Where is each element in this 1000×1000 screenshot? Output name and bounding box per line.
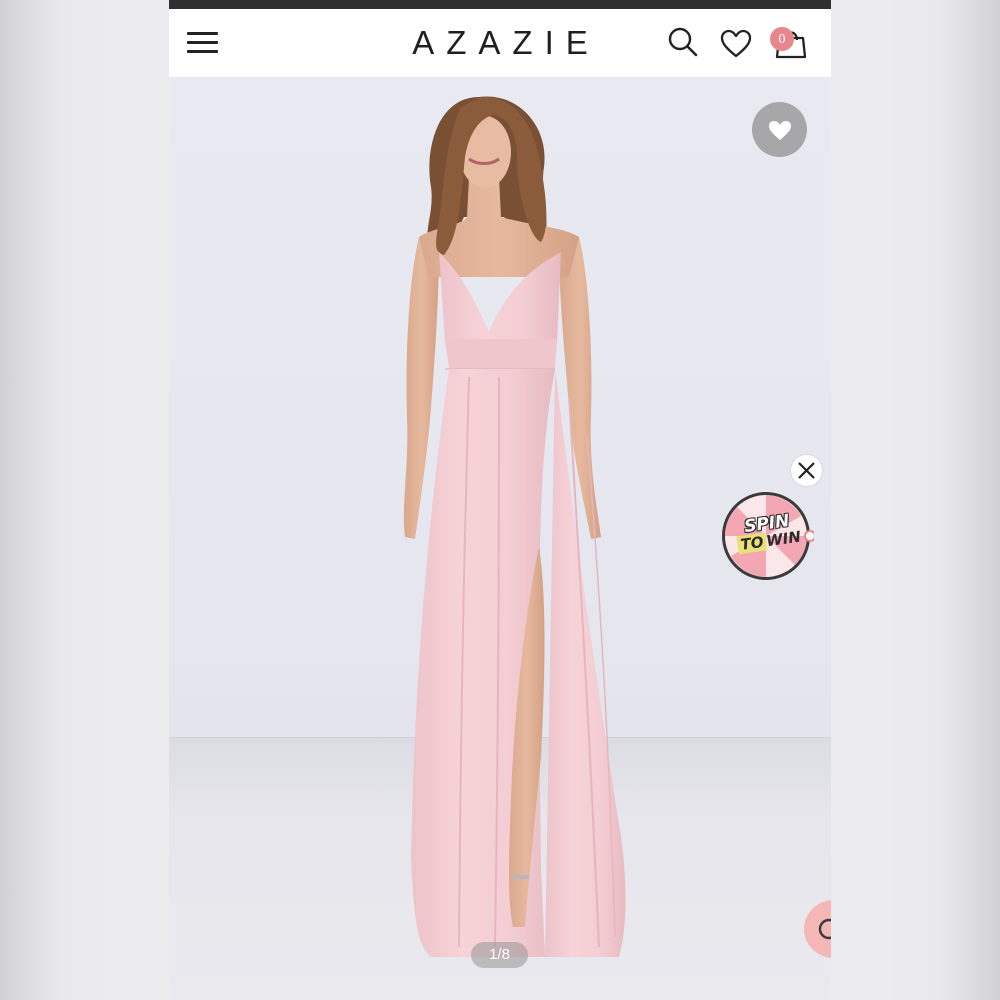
heart-icon[interactable] [720, 29, 752, 59]
product-image-gallery[interactable]: SPIN TOWIN 1/8 [169, 77, 831, 1000]
gallery-page-indicator: 1/8 [471, 942, 528, 968]
add-to-wishlist-button[interactable] [752, 102, 807, 157]
site-header: AZAZIE 0 [169, 9, 831, 77]
heart-icon [769, 121, 791, 140]
close-icon [798, 462, 815, 479]
spin-to-win-button[interactable]: SPIN TOWIN [722, 490, 814, 582]
status-strip [169, 0, 831, 9]
close-promo-button[interactable] [791, 455, 822, 486]
search-icon[interactable] [667, 26, 699, 58]
phone-screen: AZAZIE 0 SPIN TOWIN 1/8 [169, 0, 831, 1000]
cart-count-badge: 0 [770, 27, 794, 51]
chat-icon [818, 918, 831, 940]
